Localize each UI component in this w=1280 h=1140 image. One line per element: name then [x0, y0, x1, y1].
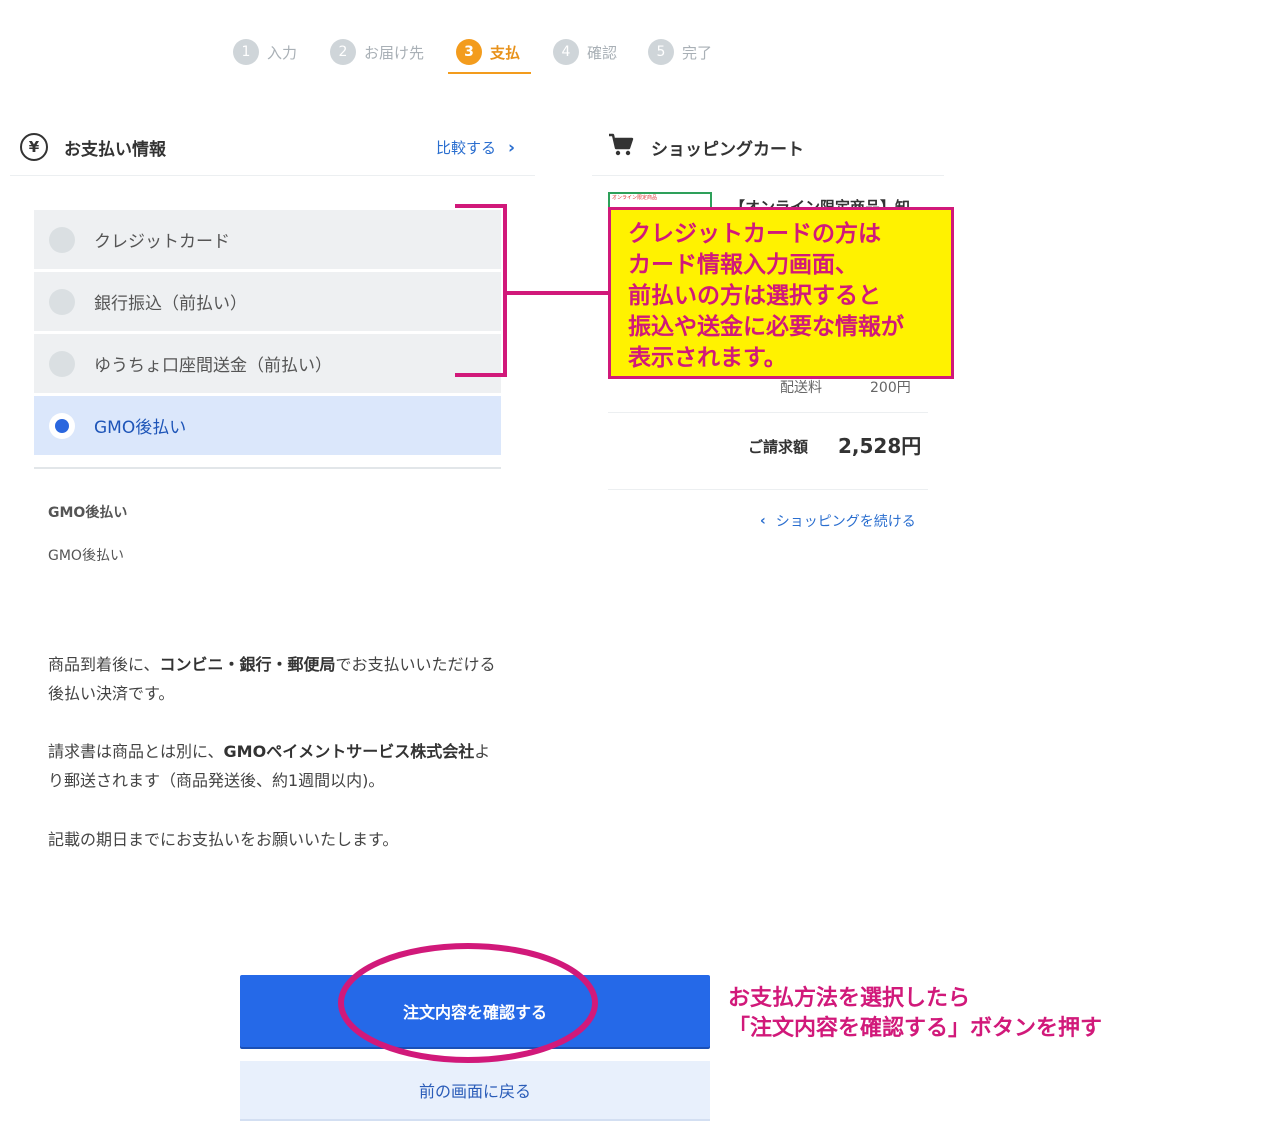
- text: 請求書は商品とは別に、: [48, 742, 224, 761]
- annotation-note-line: お支払方法を選択したら: [728, 986, 971, 1011]
- radio-button[interactable]: [49, 226, 75, 253]
- callout-line: 表示されます。: [628, 345, 787, 371]
- annotation-note-line: 「注文内容を確認する」ボタンを押す: [728, 1016, 1103, 1041]
- step-label: お届け先: [364, 43, 425, 62]
- payment-option-bank-transfer[interactable]: 銀行振込（前払い）: [34, 272, 501, 331]
- annotation-ellipse: [338, 943, 598, 1063]
- chevron-left-icon: ‹: [760, 513, 766, 529]
- annotation-bracket: [455, 204, 611, 377]
- total-value: 2,528円: [838, 434, 922, 458]
- total-label: ご請求額: [748, 438, 809, 456]
- step-input: 1 入力: [233, 38, 297, 66]
- continue-shopping-link[interactable]: ‹ ショッピングを続ける: [760, 511, 916, 531]
- step-number: 5: [648, 39, 674, 65]
- callout-line: カード情報入力画面、: [628, 252, 858, 278]
- step-label: 確認: [587, 43, 618, 62]
- payment-option-label: GMO後払い: [94, 418, 187, 438]
- payment-section-title: お支払い情報: [64, 140, 166, 160]
- radio-dot: [55, 418, 69, 433]
- compare-link[interactable]: 比較する ›: [436, 137, 515, 158]
- payment-option-credit-card[interactable]: クレジットカード: [34, 210, 501, 269]
- payment-option-label: クレジットカード: [94, 232, 230, 252]
- callout-line: 振込や送金に必要な情報が: [628, 314, 904, 340]
- step-delivery: 2 お届け先: [330, 38, 424, 66]
- step-confirm: 4 確認: [553, 38, 617, 66]
- radio-button-selected[interactable]: [49, 412, 75, 439]
- text-bold: コンビニ・銀行・郵便局: [159, 655, 336, 674]
- payment-option-label: 銀行振込（前払い）: [94, 294, 247, 314]
- payment-description-1: 商品到着後に、コンビニ・銀行・郵便局でお支払いいただける後払い決済です。: [48, 650, 498, 708]
- divider: [10, 175, 535, 176]
- step-label: 入力: [267, 43, 298, 62]
- step-number: 3: [456, 39, 482, 65]
- callout-line: クレジットカードの方は: [628, 221, 881, 247]
- step-number: 1: [233, 39, 259, 65]
- callout-line: 前払いの方は選択すると: [628, 283, 881, 309]
- payment-description-3: 記載の期日までにお支払いをお願いいたします。: [48, 830, 399, 849]
- step-label: 支払: [490, 43, 521, 62]
- shipping-label: 配送料: [780, 380, 822, 396]
- active-step-underline: [448, 72, 531, 74]
- divider: [608, 412, 928, 413]
- compare-link-label: 比較する: [436, 139, 497, 157]
- step-number: 2: [330, 39, 356, 65]
- shipping-value: 200円: [870, 380, 911, 396]
- payment-detail-title: GMO後払い: [48, 505, 128, 521]
- payment-detail-subtitle: GMO後払い: [48, 548, 124, 564]
- chevron-right-icon: ›: [508, 137, 516, 158]
- divider: [34, 467, 501, 469]
- payment-description-2: 請求書は商品とは別に、GMOペイメントサービス株式会社より郵送されます（商品発送…: [48, 737, 498, 795]
- payment-option-yucho-transfer[interactable]: ゆうちょ口座間送金（前払い）: [34, 334, 501, 393]
- yen-icon: ¥: [20, 133, 48, 161]
- text-bold: GMOペイメントサービス株式会社: [223, 742, 475, 761]
- payment-option-label: ゆうちょ口座間送金（前払い）: [94, 356, 332, 376]
- step-number: 4: [553, 39, 579, 65]
- continue-shopping-label: ショッピングを続ける: [775, 514, 916, 530]
- step-payment: 3 支払: [456, 38, 520, 66]
- step-label: 完了: [682, 43, 713, 62]
- payment-option-gmo-deferred[interactable]: GMO後払い: [34, 396, 501, 455]
- step-complete: 5 完了: [648, 38, 712, 66]
- back-button[interactable]: 前の画面に戻る: [240, 1061, 710, 1121]
- radio-button[interactable]: [49, 350, 75, 377]
- text: 商品到着後に、: [48, 655, 160, 674]
- radio-button[interactable]: [49, 288, 75, 315]
- divider: [608, 489, 928, 490]
- cart-title: ショッピングカート: [651, 140, 804, 160]
- cart-icon: [609, 133, 634, 156]
- divider: [592, 175, 944, 176]
- product-thumbnail-text: オンライン限定商品: [612, 195, 658, 201]
- annotation-callout: クレジットカードの方は カード情報入力画面、 前払いの方は選択すると 振込や送金…: [608, 207, 954, 379]
